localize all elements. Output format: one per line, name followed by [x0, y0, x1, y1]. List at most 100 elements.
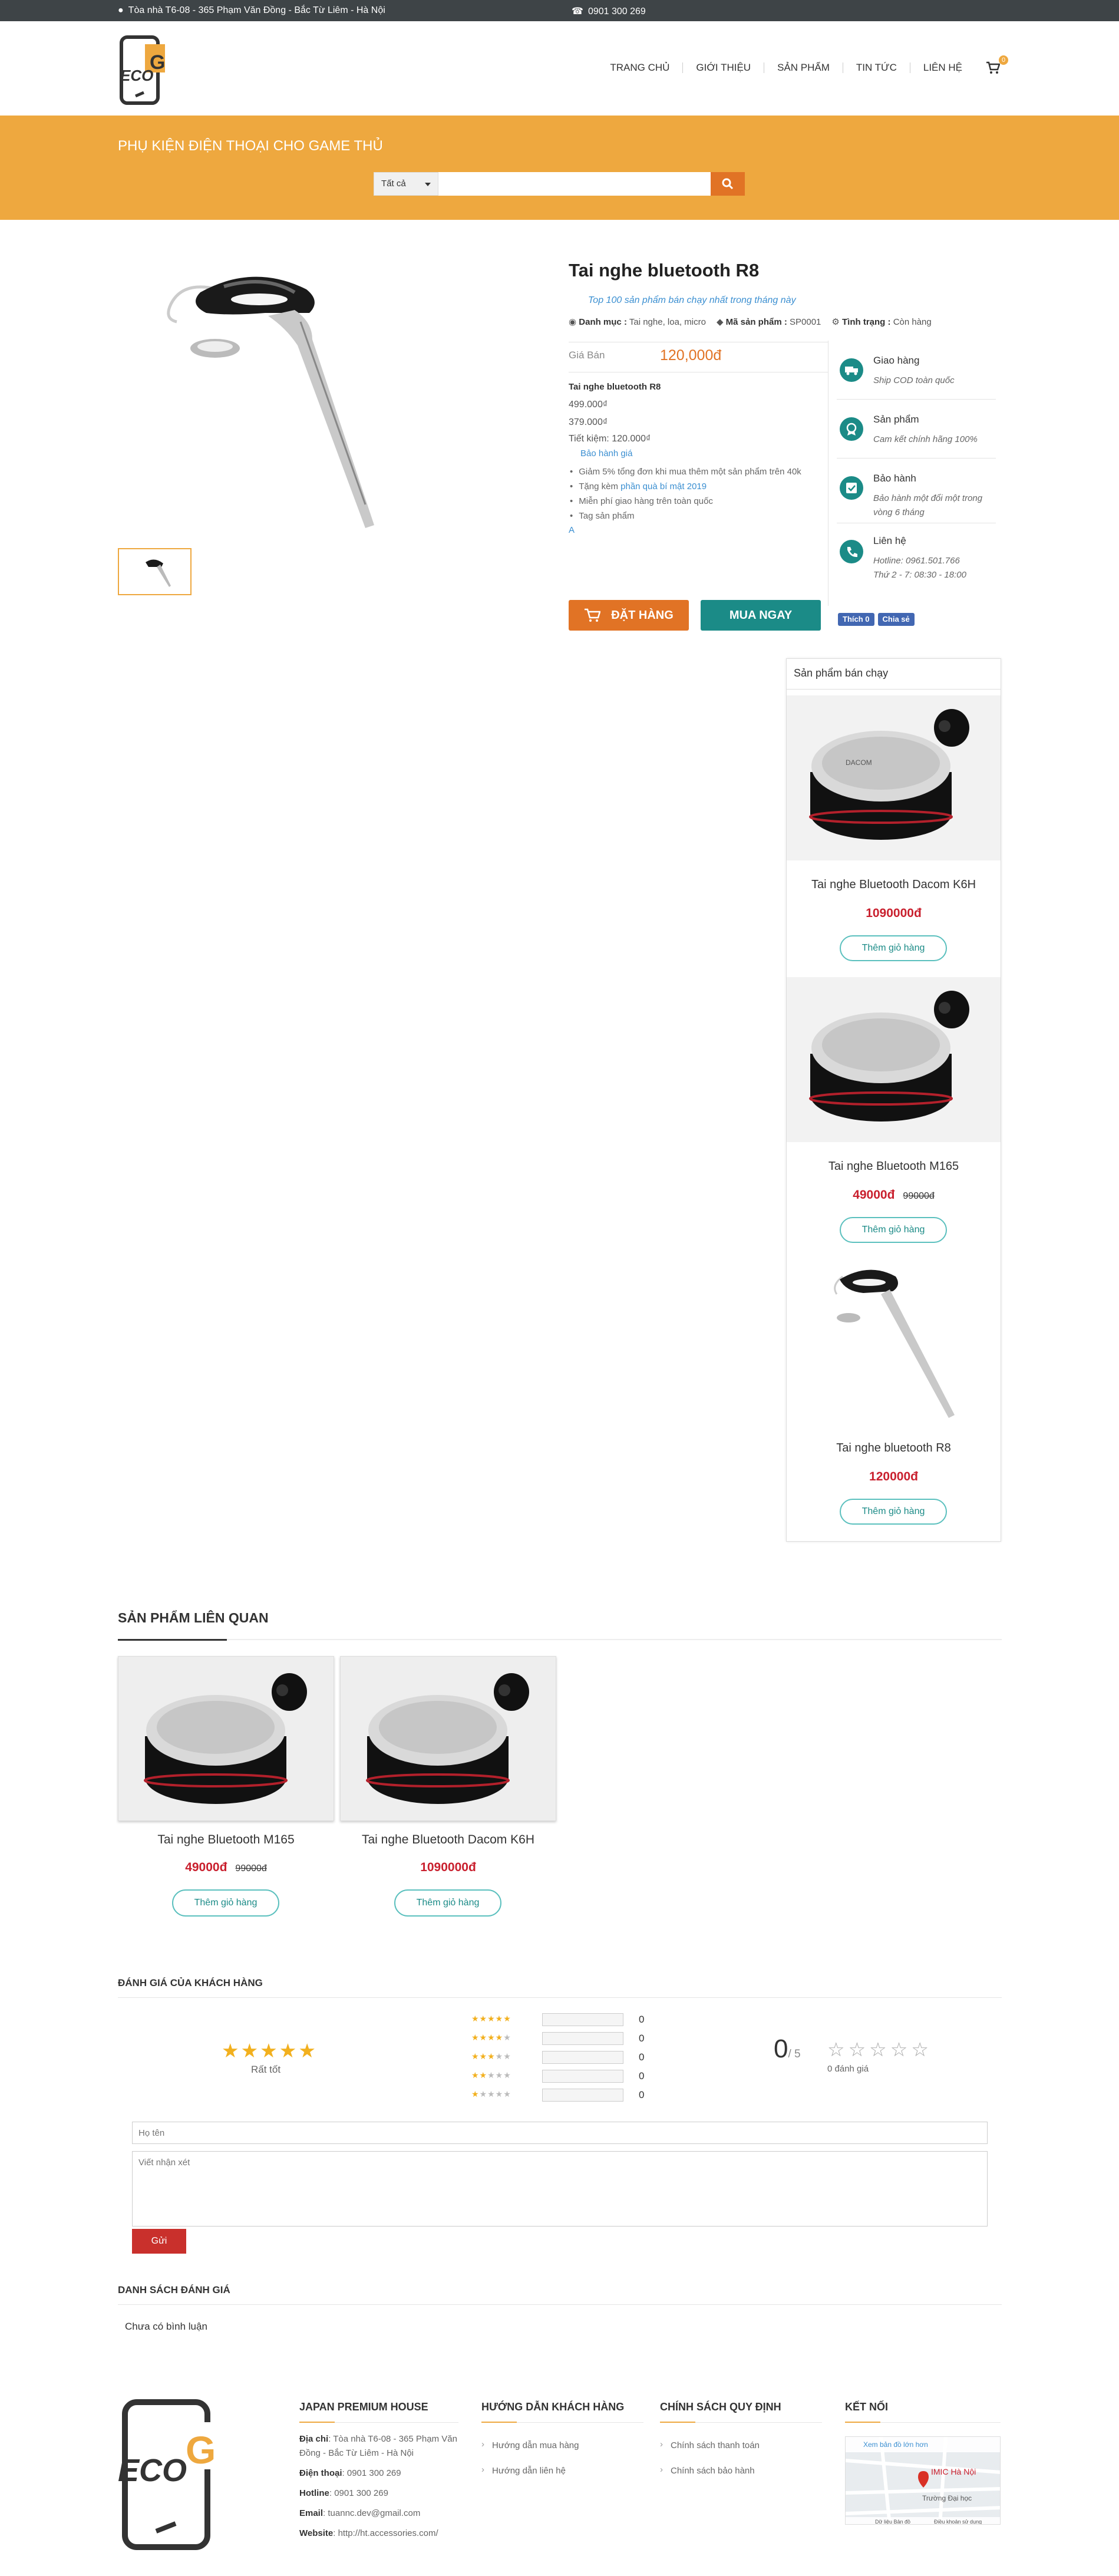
footer-map[interactable]: Xem bản đồ lớn hơn IMIC Hà Nội Trường Đạ… [845, 2436, 1001, 2525]
product-status: ⚙ Tình trạng : Còn hàng [831, 317, 932, 327]
review-textarea[interactable] [132, 2151, 988, 2227]
top-address: ● Tòa nhà T6-08 - 365 Phạm Văn Đồng - Bắc… [118, 5, 385, 16]
related-item: Tai nghe Bluetooth Dacom K6H 1090000đ Th… [340, 1656, 556, 1918]
service-text: Ship COD toàn quốc [873, 375, 955, 385]
name-field[interactable] [132, 2122, 988, 2144]
product-main-image[interactable] [118, 257, 471, 539]
footer-link[interactable]: Hướng dẫn mua hàng [481, 2439, 643, 2450]
add-to-cart-button[interactable]: Thêm giỏ hàng [172, 1889, 279, 1917]
product-name[interactable]: Tai nghe bluetooth R8 [787, 1442, 1001, 1455]
facebook-buttons: Thích 0 Chia sẻ [838, 613, 915, 626]
fb-share-button[interactable]: Chia sẻ [877, 613, 915, 626]
cart-count-badge: 0 [999, 55, 1008, 65]
search-input[interactable] [438, 172, 711, 196]
footer-logo[interactable]: ECO G [118, 2399, 218, 2552]
stray-link[interactable]: A [569, 523, 828, 537]
svg-text:Xem bản đồ lớn hơn: Xem bản đồ lớn hơn [863, 2440, 928, 2449]
product-name[interactable]: Tai nghe Bluetooth M165 [787, 1160, 1001, 1173]
search-category-select[interactable]: Tất cả [374, 172, 438, 196]
buy-now-button[interactable]: MUA NGAY [701, 600, 821, 631]
nav-products[interactable]: SẢN PHẨM [764, 62, 843, 73]
search-icon [722, 178, 734, 190]
product-image[interactable] [118, 1656, 334, 1821]
footer-policy: CHÍNH SÁCH QUY ĐỊNH Chính sách thanh toá… [660, 2401, 822, 2476]
product-thumbnail[interactable] [118, 548, 192, 595]
footer-link[interactable]: Hướng dẫn liên hệ [481, 2465, 643, 2476]
service-title: Bảo hành [873, 473, 916, 484]
nav-about[interactable]: GIỚI THIỆU [682, 62, 764, 73]
search-button[interactable] [711, 172, 745, 196]
product-image[interactable] [340, 1656, 556, 1821]
footer-link[interactable]: Chính sách thanh toán [660, 2439, 822, 2450]
main-nav: TRANG CHỦ GIỚI THIỆU SẢN PHẨM TIN TỨC LI… [597, 55, 1008, 74]
nav-news[interactable]: TIN TỨC [842, 62, 910, 73]
tag-icon: ◆ [716, 317, 726, 327]
service-title: Sản phẩm [873, 414, 919, 425]
product-title: Tai nghe bluetooth R8 [569, 260, 760, 281]
bar-track [542, 2051, 623, 2064]
price-label: Giá Bán [569, 349, 605, 361]
svg-text:Trường Đại học: Trường Đại học [922, 2494, 972, 2502]
add-to-cart-button[interactable]: Thêm giỏ hàng [394, 1889, 501, 1917]
footer-title: HƯỚNG DẪN KHÁCH HÀNG [481, 2401, 643, 2423]
divider [118, 1639, 1002, 1640]
cart-button[interactable]: 0 [986, 55, 1008, 74]
rating-bar-1: ★★★★★ 0 [471, 2089, 645, 2102]
add-to-cart-button[interactable]: Thêm giỏ hàng [840, 1499, 947, 1525]
order-button-label: ĐẶT HÀNG [611, 608, 674, 622]
product-name[interactable]: Tai nghe Bluetooth M165 [118, 1833, 334, 1847]
rating-stars: ★★★★★ [222, 2040, 318, 2062]
review-count: 0 đánh giá [827, 2064, 869, 2074]
product-image[interactable]: DACOM [787, 695, 1001, 860]
empty-reviews: Chưa có bình luận [125, 2321, 207, 2332]
top-address-text: Tòa nhà T6-08 - 365 Phạm Văn Đồng - Bắc … [128, 5, 385, 15]
warranty-link[interactable]: Bảo hành giá [569, 447, 828, 461]
product-name[interactable]: Tai nghe Bluetooth Dacom K6H [340, 1833, 556, 1847]
footer-link[interactable]: Chính sách bảo hành [660, 2465, 822, 2476]
product-price: 49000đ 99000đ [853, 1188, 935, 1202]
service-product: Sản phẩm Cam kết chính hãng 100% [837, 400, 996, 459]
product-price: 1090000đ [866, 906, 922, 920]
gift-link[interactable]: phần quà bí mật 2019 [620, 481, 707, 492]
search-bar: Tất cả [374, 172, 745, 196]
warranty-icon [840, 476, 863, 500]
top100-badge: Top 100 sản phẩm bán chạy nhất trong thá… [588, 295, 796, 305]
fb-like-button[interactable]: Thích 0 [838, 613, 874, 626]
svg-text:Dữ liệu Bản đồ: Dữ liệu Bản đồ [875, 2519, 910, 2525]
service-hours: Thứ 2 - 7: 08:30 - 18:00 [873, 570, 966, 580]
service-hotline[interactable]: Hotline: 0961.501.766 [873, 554, 997, 568]
star-icon: ★★★★★ [471, 2051, 511, 2061]
product-name[interactable]: Tai nghe Bluetooth Dacom K6H [787, 878, 1001, 892]
gear-icon: ⚙ [831, 317, 843, 327]
service-text: Bảo hành một đổi một trong vòng 6 tháng [873, 493, 983, 517]
star-icon: ★★★★★ [471, 2070, 511, 2080]
best-sellers-panel: Sản phẩm bán chạy DACOM Tai nghe Bluetoo… [786, 658, 1001, 1542]
product-price: 1090000đ [420, 1861, 476, 1874]
footer-connect: KẾT NỐI [845, 2401, 1001, 2423]
order-button[interactable]: ĐẶT HÀNG [569, 600, 689, 631]
top-phone[interactable]: ☎ 0901 300 269 [572, 5, 646, 17]
product-image[interactable] [787, 977, 1001, 1142]
add-to-cart-button[interactable]: Thêm giỏ hàng [840, 935, 947, 961]
product-meta: ◉ Danh mục : Tai nghe, loa, micro ◆ Mã s… [569, 316, 932, 327]
footer-title: JAPAN PREMIUM HOUSE [299, 2401, 458, 2423]
add-to-cart-button[interactable]: Thêm giỏ hàng [840, 1217, 947, 1243]
divider [118, 2304, 1002, 2305]
eye-icon: ◉ [569, 317, 579, 327]
bar-track [542, 2013, 623, 2026]
nav-home[interactable]: TRANG CHỦ [597, 62, 682, 73]
footer-guide: HƯỚNG DẪN KHÁCH HÀNG Hướng dẫn mua hàng … [481, 2401, 643, 2476]
promo-item: Miễn phí giao hàng trên toàn quốc [579, 494, 828, 509]
promo-item: Tag sản phẩm [579, 509, 828, 523]
star-icon: ★★★★★ [471, 2089, 511, 2099]
best-seller-item: Tai nghe bluetooth R8 120000đ Thêm giỏ h… [787, 1259, 1002, 1541]
svg-text:ECO: ECO [120, 67, 153, 84]
nav-contact[interactable]: LIÊN HỆ [909, 62, 975, 73]
rate-stars-input[interactable]: ☆☆☆☆☆ [827, 2038, 932, 2061]
old-price: 99000đ [903, 1191, 935, 1201]
product-image[interactable] [787, 1259, 1001, 1424]
desc-sale-price: 379.000₫ [569, 417, 608, 427]
rating-bar-3: ★★★★★ 0 [471, 2051, 645, 2064]
submit-review-button[interactable]: Gửi [132, 2229, 186, 2254]
site-logo[interactable]: ECO G [118, 35, 169, 107]
